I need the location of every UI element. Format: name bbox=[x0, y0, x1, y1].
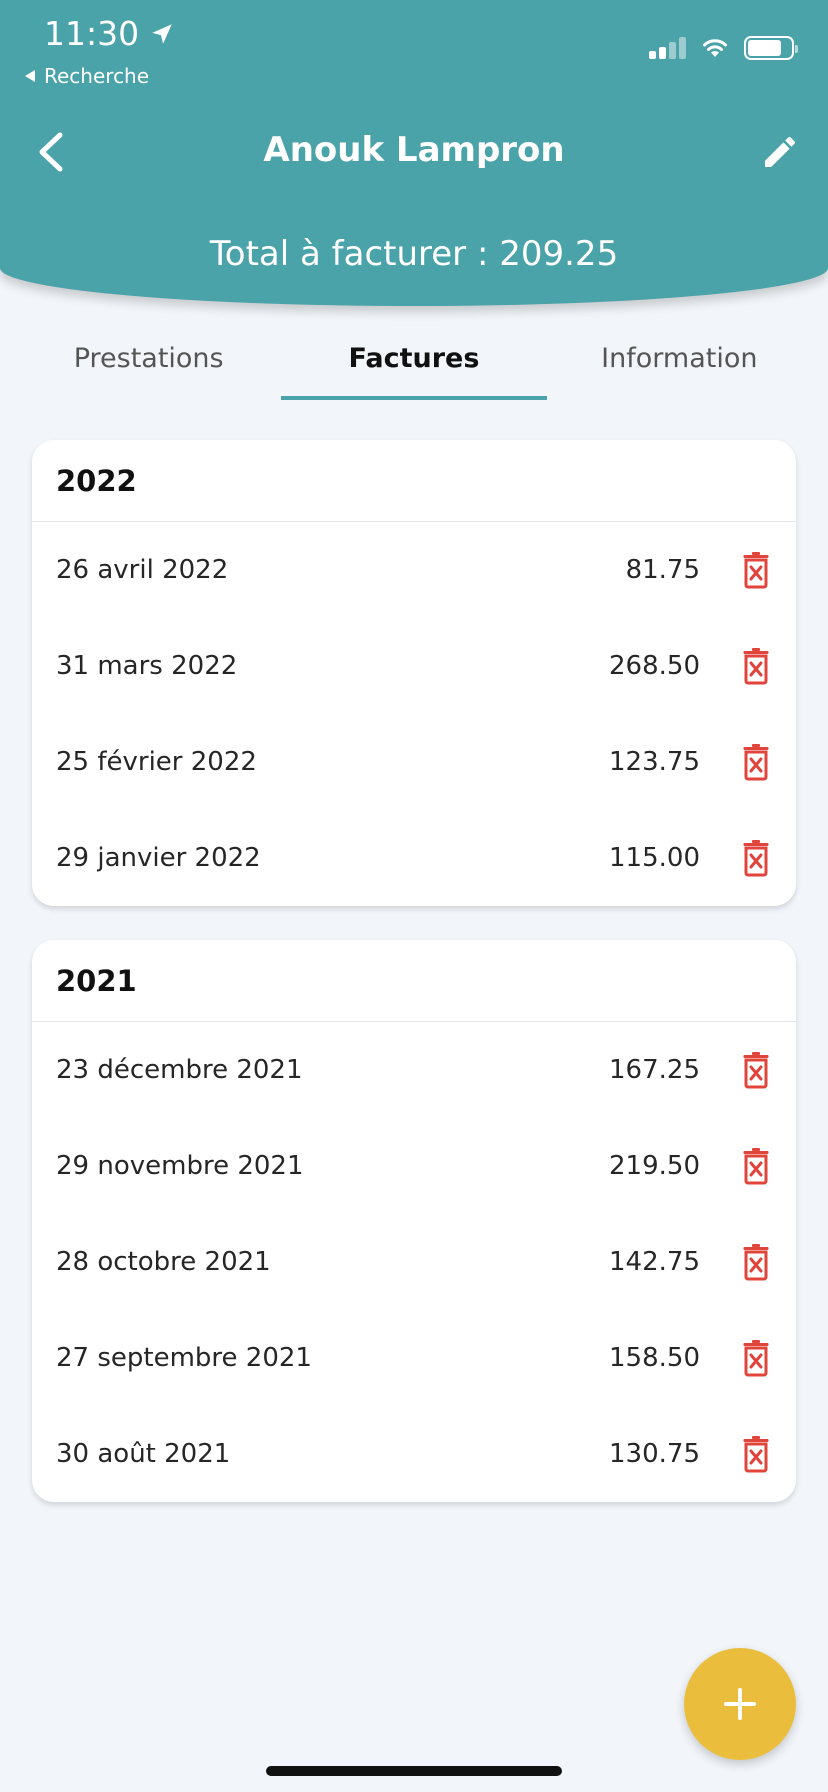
invoice-amount: 142.75 bbox=[609, 1247, 700, 1277]
invoice-date: 31 mars 2022 bbox=[56, 651, 238, 681]
trash-x-icon bbox=[743, 1052, 769, 1089]
status-indicators bbox=[649, 36, 798, 60]
delete-button[interactable] bbox=[740, 1050, 772, 1090]
tab-prestations[interactable]: Prestations bbox=[16, 330, 281, 400]
invoice-date: 28 octobre 2021 bbox=[56, 1247, 271, 1277]
delete-button[interactable] bbox=[740, 646, 772, 686]
invoice-date: 29 novembre 2021 bbox=[56, 1151, 304, 1181]
invoice-group-card: 2022 26 avril 2022 81.75 31 mars 2022 26… bbox=[32, 440, 796, 906]
trash-x-icon bbox=[743, 840, 769, 877]
invoice-group-card: 2021 23 décembre 2021 167.25 29 novembre… bbox=[32, 940, 796, 1502]
delete-button[interactable] bbox=[740, 838, 772, 878]
invoice-date: 27 septembre 2021 bbox=[56, 1343, 312, 1373]
delete-button[interactable] bbox=[740, 1242, 772, 1282]
invoice-date: 25 février 2022 bbox=[56, 747, 257, 777]
home-indicator bbox=[266, 1766, 562, 1776]
invoice-amount: 130.75 bbox=[609, 1439, 700, 1469]
invoice-amount: 123.75 bbox=[609, 747, 700, 777]
delete-button[interactable] bbox=[740, 1146, 772, 1186]
invoice-date: 30 août 2021 bbox=[56, 1439, 231, 1469]
delete-button[interactable] bbox=[740, 1338, 772, 1378]
group-year-heading: 2022 bbox=[32, 440, 796, 522]
tab-factures[interactable]: Factures bbox=[281, 330, 547, 400]
status-back-label: Recherche bbox=[44, 64, 150, 88]
group-year-heading: 2021 bbox=[32, 940, 796, 1022]
invoice-row[interactable]: 27 septembre 2021 158.50 bbox=[32, 1310, 796, 1406]
tab-bar: Prestations Factures Information bbox=[16, 330, 812, 400]
header: 11:30 Recherche Anouk Lampron Total à fa… bbox=[0, 0, 828, 306]
trash-x-icon bbox=[743, 1244, 769, 1281]
total-to-invoice: Total à facturer : 209.25 bbox=[209, 234, 619, 274]
invoice-amount: 81.75 bbox=[625, 555, 700, 585]
status-time: 11:30 bbox=[44, 14, 175, 53]
invoice-row[interactable]: 29 novembre 2021 219.50 bbox=[32, 1118, 796, 1214]
invoice-date: 23 décembre 2021 bbox=[56, 1055, 303, 1085]
invoice-row[interactable]: 23 décembre 2021 167.25 bbox=[32, 1022, 796, 1118]
status-back-link[interactable]: Recherche bbox=[24, 64, 149, 88]
trash-x-icon bbox=[743, 1148, 769, 1185]
plus-icon bbox=[724, 1688, 756, 1720]
tab-information[interactable]: Information bbox=[547, 330, 812, 400]
invoice-row[interactable]: 26 avril 2022 81.75 bbox=[32, 522, 796, 618]
pencil-icon bbox=[765, 136, 796, 167]
status-time-text: 11:30 bbox=[44, 14, 140, 53]
page-title: Anouk Lampron bbox=[263, 130, 565, 170]
battery-icon bbox=[744, 36, 798, 60]
delete-button[interactable] bbox=[740, 742, 772, 782]
wifi-icon bbox=[703, 39, 727, 57]
delete-button[interactable] bbox=[740, 1434, 772, 1474]
invoice-row[interactable]: 30 août 2021 130.75 bbox=[32, 1406, 796, 1502]
trash-x-icon bbox=[743, 1340, 769, 1377]
cellular-signal-icon bbox=[649, 37, 686, 59]
invoice-row[interactable]: 28 octobre 2021 142.75 bbox=[32, 1214, 796, 1310]
invoice-date: 26 avril 2022 bbox=[56, 555, 229, 585]
invoice-row[interactable]: 29 janvier 2022 115.00 bbox=[32, 810, 796, 906]
edit-button[interactable] bbox=[756, 128, 804, 176]
trash-x-icon bbox=[743, 552, 769, 589]
invoice-amount: 158.50 bbox=[609, 1343, 700, 1373]
trash-x-icon bbox=[743, 1436, 769, 1473]
invoice-amount: 167.25 bbox=[609, 1055, 700, 1085]
invoice-date: 29 janvier 2022 bbox=[56, 843, 261, 873]
invoice-row[interactable]: 31 mars 2022 268.50 bbox=[32, 618, 796, 714]
invoice-amount: 219.50 bbox=[609, 1151, 700, 1181]
location-arrow-icon bbox=[152, 23, 172, 44]
invoice-row[interactable]: 25 février 2022 123.75 bbox=[32, 714, 796, 810]
delete-button[interactable] bbox=[740, 550, 772, 590]
add-invoice-button[interactable] bbox=[684, 1648, 796, 1760]
trash-x-icon bbox=[743, 648, 769, 685]
back-triangle-icon bbox=[25, 70, 35, 82]
invoice-amount: 268.50 bbox=[609, 651, 700, 681]
invoice-amount: 115.00 bbox=[609, 843, 700, 873]
trash-x-icon bbox=[743, 744, 769, 781]
